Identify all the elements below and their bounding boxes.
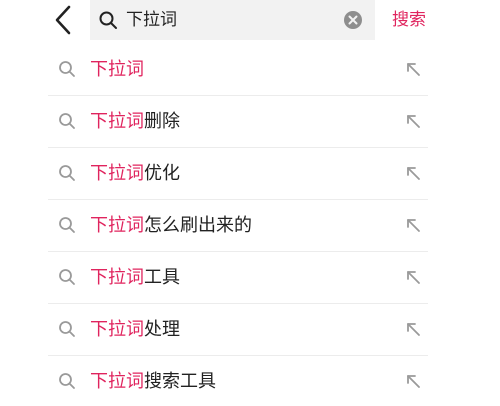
clear-button[interactable]: [343, 10, 363, 30]
suggestion-rest: 怎么刷出来的: [144, 215, 252, 236]
suggestion-highlight: 下拉词: [90, 59, 144, 80]
suggestion-item[interactable]: 下拉词搜索工具: [48, 356, 428, 406]
suggestion-highlight: 下拉词: [90, 215, 144, 236]
suggestion-item[interactable]: 下拉词删除: [48, 96, 428, 148]
suggestion-item[interactable]: 下拉词优化: [48, 148, 428, 200]
suggestion-highlight: 下拉词: [90, 371, 144, 392]
back-button[interactable]: [48, 3, 82, 37]
top-bar: 搜索: [0, 0, 500, 40]
clear-icon: [344, 11, 362, 29]
search-submit-button[interactable]: 搜索: [392, 0, 426, 40]
search-box[interactable]: [90, 0, 375, 40]
search-input[interactable]: [126, 0, 326, 40]
search-screen: 搜索 下拉词 下拉词删除: [0, 0, 500, 406]
search-icon: [59, 217, 75, 233]
arrow-up-left-icon[interactable]: [403, 163, 423, 183]
search-icon: [59, 113, 75, 129]
arrow-up-left-icon[interactable]: [403, 371, 423, 391]
search-icon: [59, 373, 75, 389]
suggestion-rest: 优化: [144, 163, 180, 184]
search-icon: [99, 11, 117, 29]
arrow-up-left-icon[interactable]: [403, 111, 423, 131]
suggestion-rest: 处理: [144, 319, 180, 340]
suggestion-text: 下拉词删除: [90, 96, 180, 147]
suggestion-list: 下拉词 下拉词删除 下拉词优化 下拉词怎么刷出来的 下拉词工具 下拉词处理 下拉…: [48, 44, 428, 406]
arrow-up-left-icon[interactable]: [403, 215, 423, 235]
suggestion-item[interactable]: 下拉词工具: [48, 252, 428, 304]
arrow-up-left-icon[interactable]: [403, 267, 423, 287]
arrow-up-left-icon[interactable]: [403, 319, 423, 339]
suggestion-item[interactable]: 下拉词处理: [48, 304, 428, 356]
search-icon: [59, 269, 75, 285]
suggestion-rest: 删除: [144, 111, 180, 132]
suggestion-item[interactable]: 下拉词: [48, 44, 428, 96]
search-icon: [59, 165, 75, 181]
arrow-up-left-icon[interactable]: [403, 59, 423, 79]
suggestion-item[interactable]: 下拉词怎么刷出来的: [48, 200, 428, 252]
search-icon: [59, 61, 75, 77]
suggestion-text: 下拉词处理: [90, 304, 180, 355]
search-icon: [59, 321, 75, 337]
suggestion-text: 下拉词优化: [90, 148, 180, 199]
suggestion-rest: 工具: [144, 267, 180, 288]
chevron-left-icon: [55, 5, 71, 35]
suggestion-highlight: 下拉词: [90, 319, 144, 340]
suggestion-highlight: 下拉词: [90, 267, 144, 288]
suggestion-rest: 搜索工具: [144, 371, 216, 392]
suggestion-text: 下拉词: [90, 44, 144, 95]
suggestion-text: 下拉词搜索工具: [90, 356, 216, 406]
suggestion-text: 下拉词工具: [90, 252, 180, 303]
suggestion-highlight: 下拉词: [90, 111, 144, 132]
suggestion-text: 下拉词怎么刷出来的: [90, 200, 252, 251]
suggestion-highlight: 下拉词: [90, 163, 144, 184]
